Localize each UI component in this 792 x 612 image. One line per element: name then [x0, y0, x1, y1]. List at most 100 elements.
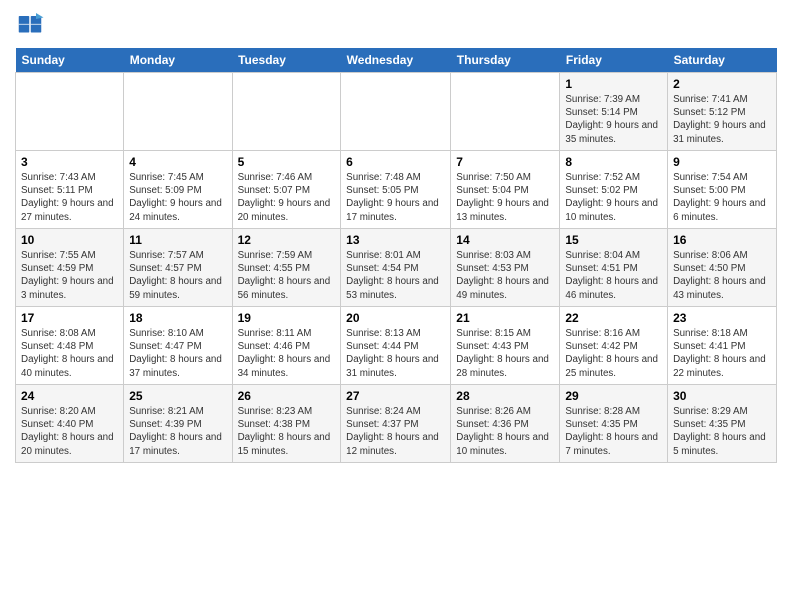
day-number: 4	[129, 155, 226, 169]
logo	[15, 10, 49, 40]
day-number: 28	[456, 389, 554, 403]
day-info: Sunrise: 8:23 AM Sunset: 4:38 PM Dayligh…	[238, 405, 336, 458]
day-header-tuesday: Tuesday	[232, 48, 341, 73]
day-number: 27	[346, 389, 445, 403]
calendar-cell	[232, 73, 341, 151]
calendar-cell: 3 Sunrise: 7:43 AM Sunset: 5:11 PM Daylig…	[16, 151, 124, 229]
calendar-cell: 8 Sunrise: 7:52 AM Sunset: 5:02 PM Daylig…	[560, 151, 668, 229]
day-info: Sunrise: 7:54 AM Sunset: 5:00 PM Dayligh…	[673, 171, 771, 224]
calendar-cell: 18 Sunrise: 8:10 AM Sunset: 4:47 PM Dayli…	[124, 307, 232, 385]
calendar-cell: 10 Sunrise: 7:55 AM Sunset: 4:59 PM Dayli…	[16, 229, 124, 307]
calendar-cell: 13Sunrise: 8:01 AM Sunset: 4:54 PM Dayli…	[341, 229, 451, 307]
day-number: 3	[21, 155, 118, 169]
calendar-cell: 15 Sunrise: 8:04 AM Sunset: 4:51 PM Dayli…	[560, 229, 668, 307]
calendar-cell: 25 Sunrise: 8:21 AM Sunset: 4:39 PM Dayli…	[124, 385, 232, 463]
calendar-cell: 22 Sunrise: 8:16 AM Sunset: 4:42 PM Dayli…	[560, 307, 668, 385]
calendar-cell: 12 Sunrise: 7:59 AM Sunset: 4:55 PM Dayli…	[232, 229, 341, 307]
calendar-cell: 2 Sunrise: 7:41 AM Sunset: 5:12 PM Daylig…	[668, 73, 777, 151]
day-header-sunday: Sunday	[16, 48, 124, 73]
calendar-cell	[341, 73, 451, 151]
day-number: 1	[565, 77, 662, 91]
day-info: Sunrise: 7:39 AM Sunset: 5:14 PM Dayligh…	[565, 93, 662, 146]
day-number: 10	[21, 233, 118, 247]
calendar-cell	[124, 73, 232, 151]
day-number: 30	[673, 389, 771, 403]
page-container: SundayMondayTuesdayWednesdayThursdayFrid…	[0, 0, 792, 473]
day-number: 12	[238, 233, 336, 247]
day-number: 17	[21, 311, 118, 325]
day-info: Sunrise: 8:24 AM Sunset: 4:37 PM Dayligh…	[346, 405, 445, 458]
day-info: Sunrise: 7:45 AM Sunset: 5:09 PM Dayligh…	[129, 171, 226, 224]
day-number: 14	[456, 233, 554, 247]
day-info: Sunrise: 7:43 AM Sunset: 5:11 PM Dayligh…	[21, 171, 118, 224]
calendar-cell: 1 Sunrise: 7:39 AM Sunset: 5:14 PM Daylig…	[560, 73, 668, 151]
day-info: Sunrise: 8:28 AM Sunset: 4:35 PM Dayligh…	[565, 405, 662, 458]
day-info: Sunrise: 7:46 AM Sunset: 5:07 PM Dayligh…	[238, 171, 336, 224]
day-info: Sunrise: 8:03 AM Sunset: 4:53 PM Dayligh…	[456, 249, 554, 302]
day-number: 2	[673, 77, 771, 91]
calendar-table: SundayMondayTuesdayWednesdayThursdayFrid…	[15, 48, 777, 463]
day-number: 21	[456, 311, 554, 325]
day-info: Sunrise: 7:52 AM Sunset: 5:02 PM Dayligh…	[565, 171, 662, 224]
day-info: Sunrise: 7:55 AM Sunset: 4:59 PM Dayligh…	[21, 249, 118, 302]
calendar-cell: 17Sunrise: 8:08 AM Sunset: 4:48 PM Dayli…	[16, 307, 124, 385]
day-number: 6	[346, 155, 445, 169]
calendar-header-row: SundayMondayTuesdayWednesdayThursdayFrid…	[16, 48, 777, 73]
day-number: 18	[129, 311, 226, 325]
day-number: 15	[565, 233, 662, 247]
day-number: 29	[565, 389, 662, 403]
calendar-body: 1 Sunrise: 7:39 AM Sunset: 5:14 PM Daylig…	[16, 73, 777, 463]
calendar-cell: 16Sunrise: 8:06 AM Sunset: 4:50 PM Dayli…	[668, 229, 777, 307]
day-header-saturday: Saturday	[668, 48, 777, 73]
calendar-cell: 29 Sunrise: 8:28 AM Sunset: 4:35 PM Dayli…	[560, 385, 668, 463]
logo-icon	[15, 10, 45, 40]
calendar-cell: 28 Sunrise: 8:26 AM Sunset: 4:36 PM Dayli…	[451, 385, 560, 463]
day-info: Sunrise: 8:29 AM Sunset: 4:35 PM Dayligh…	[673, 405, 771, 458]
day-number: 26	[238, 389, 336, 403]
day-header-friday: Friday	[560, 48, 668, 73]
week-row-4: 17Sunrise: 8:08 AM Sunset: 4:48 PM Dayli…	[16, 307, 777, 385]
calendar-cell: 30 Sunrise: 8:29 AM Sunset: 4:35 PM Dayli…	[668, 385, 777, 463]
day-number: 19	[238, 311, 336, 325]
day-number: 16	[673, 233, 771, 247]
calendar-cell: 21Sunrise: 8:15 AM Sunset: 4:43 PM Dayli…	[451, 307, 560, 385]
calendar-cell: 27 Sunrise: 8:24 AM Sunset: 4:37 PM Dayli…	[341, 385, 451, 463]
day-header-wednesday: Wednesday	[341, 48, 451, 73]
day-number: 11	[129, 233, 226, 247]
calendar-cell: 11Sunrise: 7:57 AM Sunset: 4:57 PM Dayli…	[124, 229, 232, 307]
day-info: Sunrise: 7:41 AM Sunset: 5:12 PM Dayligh…	[673, 93, 771, 146]
calendar-cell: 9 Sunrise: 7:54 AM Sunset: 5:00 PM Daylig…	[668, 151, 777, 229]
day-info: Sunrise: 8:10 AM Sunset: 4:47 PM Dayligh…	[129, 327, 226, 380]
calendar-cell: 6 Sunrise: 7:48 AM Sunset: 5:05 PM Daylig…	[341, 151, 451, 229]
calendar-cell	[451, 73, 560, 151]
day-info: Sunrise: 8:11 AM Sunset: 4:46 PM Dayligh…	[238, 327, 336, 380]
day-number: 9	[673, 155, 771, 169]
day-number: 7	[456, 155, 554, 169]
week-row-1: 1 Sunrise: 7:39 AM Sunset: 5:14 PM Daylig…	[16, 73, 777, 151]
day-info: Sunrise: 7:48 AM Sunset: 5:05 PM Dayligh…	[346, 171, 445, 224]
calendar-cell: 19 Sunrise: 8:11 AM Sunset: 4:46 PM Dayli…	[232, 307, 341, 385]
day-number: 22	[565, 311, 662, 325]
calendar-cell: 7Sunrise: 7:50 AM Sunset: 5:04 PM Daylig…	[451, 151, 560, 229]
day-number: 5	[238, 155, 336, 169]
calendar-cell: 14 Sunrise: 8:03 AM Sunset: 4:53 PM Dayli…	[451, 229, 560, 307]
calendar-cell: 20Sunrise: 8:13 AM Sunset: 4:44 PM Dayli…	[341, 307, 451, 385]
week-row-2: 3 Sunrise: 7:43 AM Sunset: 5:11 PM Daylig…	[16, 151, 777, 229]
day-info: Sunrise: 8:18 AM Sunset: 4:41 PM Dayligh…	[673, 327, 771, 380]
day-info: Sunrise: 8:20 AM Sunset: 4:40 PM Dayligh…	[21, 405, 118, 458]
calendar-cell	[16, 73, 124, 151]
day-header-monday: Monday	[124, 48, 232, 73]
day-info: Sunrise: 8:16 AM Sunset: 4:42 PM Dayligh…	[565, 327, 662, 380]
day-info: Sunrise: 8:26 AM Sunset: 4:36 PM Dayligh…	[456, 405, 554, 458]
day-number: 8	[565, 155, 662, 169]
week-row-3: 10 Sunrise: 7:55 AM Sunset: 4:59 PM Dayli…	[16, 229, 777, 307]
calendar-cell: 24 Sunrise: 8:20 AM Sunset: 4:40 PM Dayli…	[16, 385, 124, 463]
day-number: 23	[673, 311, 771, 325]
day-number: 24	[21, 389, 118, 403]
day-number: 20	[346, 311, 445, 325]
day-info: Sunrise: 8:21 AM Sunset: 4:39 PM Dayligh…	[129, 405, 226, 458]
day-info: Sunrise: 7:59 AM Sunset: 4:55 PM Dayligh…	[238, 249, 336, 302]
day-number: 25	[129, 389, 226, 403]
day-info: Sunrise: 8:04 AM Sunset: 4:51 PM Dayligh…	[565, 249, 662, 302]
calendar-cell: 4 Sunrise: 7:45 AM Sunset: 5:09 PM Daylig…	[124, 151, 232, 229]
